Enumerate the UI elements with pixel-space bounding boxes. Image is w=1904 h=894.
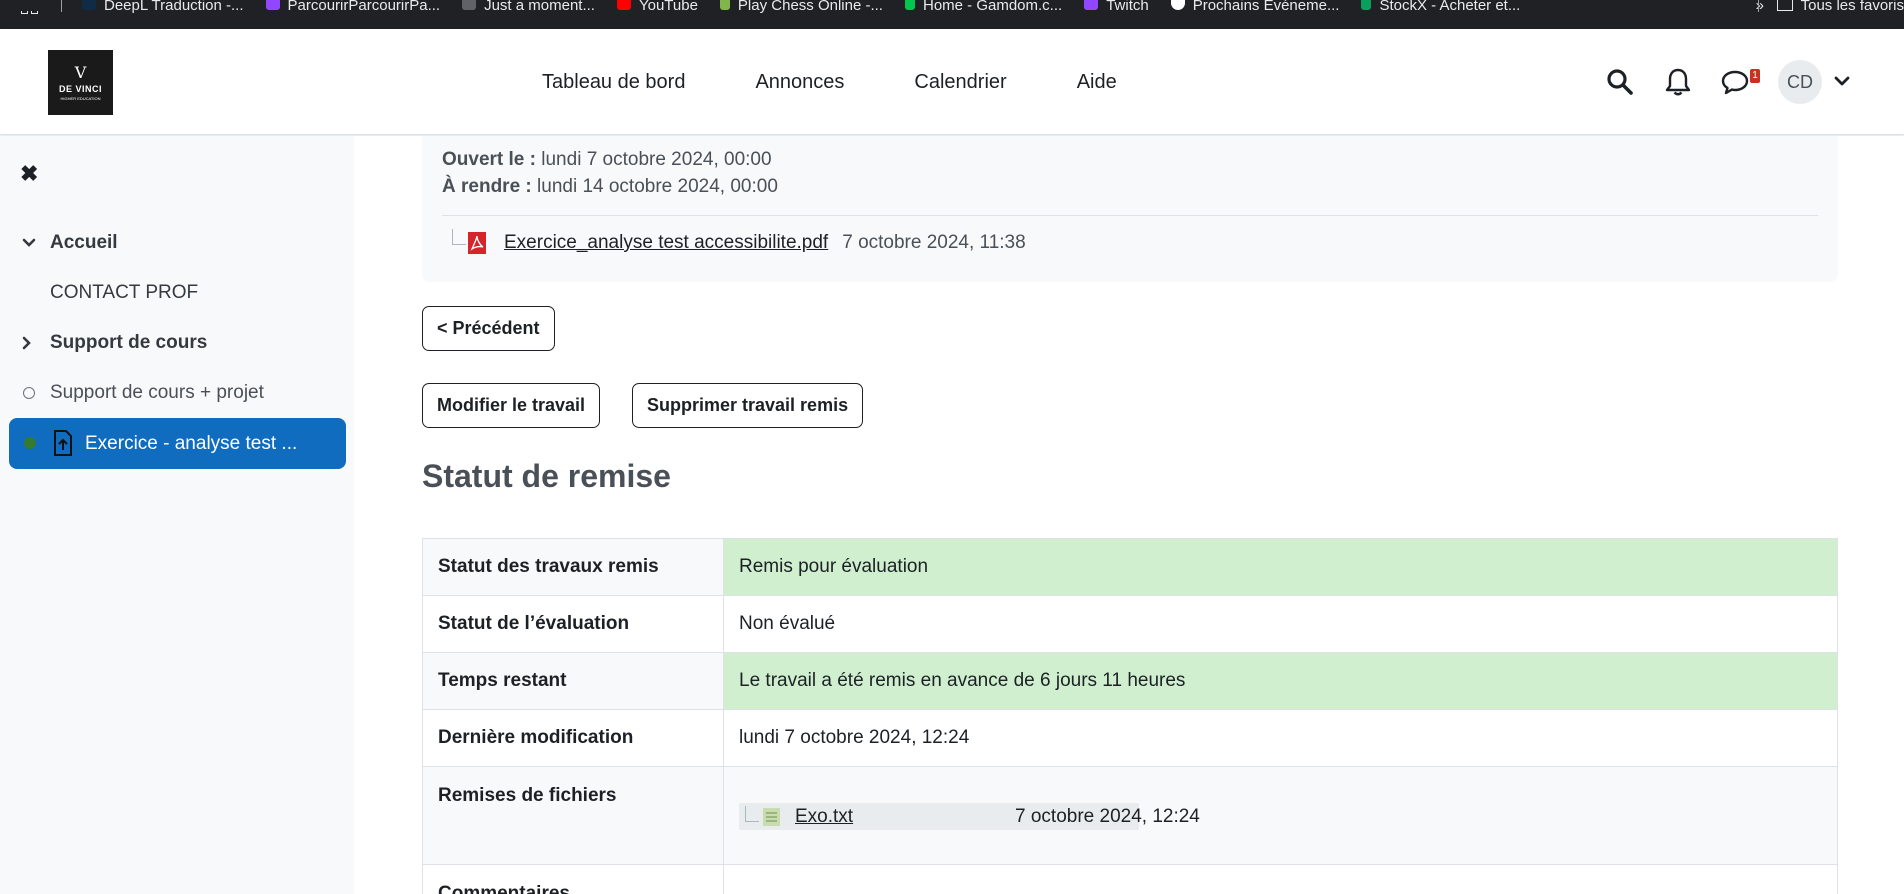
attachment-link[interactable]: Exercice_analyse test accessibilite.pdf [504, 232, 828, 254]
drawer-item-label: CONTACT PROF [50, 282, 199, 303]
user-avatar[interactable]: CD [1778, 60, 1822, 104]
messages-count-badge: 1 [1750, 69, 1760, 83]
previous-button[interactable]: < Précédent [422, 306, 555, 351]
row-value: Remis pour évaluation [723, 538, 1838, 596]
youtube-icon [616, 0, 631, 10]
chevron-down-icon[interactable] [1834, 75, 1850, 87]
close-drawer-icon[interactable]: ✖ [20, 161, 38, 187]
completion-circle-icon [23, 387, 35, 399]
bookmark-chess[interactable]: Play Chess Online -... [719, 0, 883, 14]
nav-calendrier[interactable]: Calendrier [879, 71, 1041, 94]
deepl-icon [82, 0, 96, 10]
bookmark-twitch-browse[interactable]: ParcourirParcourirPa... [265, 0, 440, 14]
nav-tableau-de-bord[interactable]: Tableau de bord [507, 71, 720, 94]
drawer-item-label: Support de cours + projet [50, 382, 264, 403]
submitted-file: Exo.txt 7 octobre 2024, 12:24 [739, 803, 1822, 830]
stockx-icon [1361, 0, 1372, 10]
page-icon [462, 0, 477, 10]
row-value: Le travail a été remis en avance de 6 jo… [723, 652, 1838, 710]
edit-submission-button[interactable]: Modifier le travail [422, 383, 601, 428]
tree-connector [745, 805, 759, 822]
row-label: Statut des travaux remis [422, 538, 724, 596]
drawer-item-support-de-cours-projet[interactable]: Support de cours + projet [0, 368, 354, 418]
bookmarks-separator [61, 0, 62, 12]
logo-subtitle: HIGHER EDUCATION [60, 95, 101, 101]
assignment-dates: Ouvert le : lundi 7 octobre 2024, 00:00 … [442, 146, 778, 200]
bookmark-twitch[interactable]: Twitch [1084, 0, 1149, 14]
bookmark-stockx[interactable]: StockX - Acheter et... [1361, 0, 1520, 14]
drawer-section-label: Accueil [50, 232, 118, 253]
primary-navigation: Tableau de bord Annonces Calendrier Aide [507, 29, 1152, 135]
row-label: Remises de fichiers [422, 766, 724, 865]
row-label: Dernière modification [422, 709, 724, 767]
messages-chat-icon[interactable] [1720, 69, 1750, 95]
text-file-icon [763, 807, 780, 826]
row-value: lundi 7 octobre 2024, 12:24 [723, 709, 1838, 767]
row-value: Exo.txt 7 octobre 2024, 12:24 [723, 766, 1838, 865]
opened-date: lundi 7 octobre 2024, 00:00 [541, 149, 772, 170]
site-header: V DE VINCI HIGHER EDUCATION Tableau de b… [0, 29, 1904, 135]
main-content: Ouvert le : lundi 7 octobre 2024, 00:00 … [354, 136, 1904, 894]
assignment-info-box: Ouvert le : lundi 7 octobre 2024, 00:00 … [422, 136, 1838, 282]
gamdom-icon [904, 0, 915, 10]
bookmark-just-a-moment[interactable]: Just a moment... [462, 0, 595, 14]
devinci-logo[interactable]: V DE VINCI HIGHER EDUCATION [48, 50, 113, 115]
bookmark-gamdom[interactable]: Home - Gamdom.c... [904, 0, 1062, 14]
drawer-item-contact-prof[interactable]: CONTACT PROF [0, 268, 354, 318]
drawer-item-label: Exercice - analyse test ... [85, 432, 298, 454]
due-label: À rendre : [442, 176, 532, 197]
due-date: lundi 14 octobre 2024, 00:00 [537, 176, 778, 197]
chess-pawn-icon [719, 0, 730, 10]
apps-grid-icon[interactable] [21, 0, 43, 14]
notifications-bell-icon[interactable] [1664, 67, 1692, 97]
folder-icon [1776, 0, 1793, 11]
tree-connector [452, 229, 466, 245]
drawer-item-exercice-active[interactable]: Exercice - analyse test ... [9, 418, 346, 469]
bookmarks-bar: DeepL Traduction -... ParcourirParcourir… [0, 0, 1904, 29]
bookmark-deepl[interactable]: DeepL Traduction -... [82, 0, 244, 14]
submitted-file-date: 7 octobre 2024, 12:24 [1015, 805, 1200, 827]
table-row: Commentaires [422, 864, 1838, 894]
delete-submission-button[interactable]: Supprimer travail remis [632, 383, 864, 428]
submission-status-table: Statut des travaux remis Remis pour éval… [422, 538, 1838, 894]
divider [442, 215, 1818, 216]
assignment-upload-icon [54, 430, 72, 456]
table-row: Temps restant Le travail a été remis en … [422, 652, 1838, 710]
logo-name: DE VINCI [58, 83, 102, 94]
nav-aide[interactable]: Aide [1042, 71, 1152, 94]
table-row: Statut de l’évaluation Non évalué [422, 595, 1838, 653]
twitch-icon [265, 0, 280, 10]
submission-status-heading: Statut de remise [422, 458, 671, 494]
submitted-file-link[interactable]: Exo.txt [795, 806, 853, 828]
pdf-file-icon [468, 232, 486, 254]
bookmarks-separator [1757, 0, 1759, 12]
row-label: Statut de l’évaluation [422, 595, 724, 653]
search-icon[interactable] [1606, 68, 1634, 96]
row-value [723, 864, 1838, 894]
all-bookmarks-folder[interactable]: Tous les favoris [1757, 0, 1904, 13]
row-label: Commentaires [422, 864, 724, 894]
logo-mark: V [74, 62, 87, 82]
row-label: Temps restant [422, 652, 724, 710]
table-row: Dernière modification lundi 7 octobre 20… [422, 709, 1838, 767]
bookmark-prochains-evenements[interactable]: Prochains Événeme... [1170, 0, 1339, 14]
drawer-section-support-de-cours[interactable]: Support de cours [0, 318, 354, 368]
row-value: Non évalué [723, 595, 1838, 653]
event-icon [1170, 0, 1185, 10]
chevron-right-icon[interactable] [22, 336, 32, 350]
course-index-drawer: ✖ Accueil CONTACT PROF Support de cours … [0, 136, 354, 894]
nav-annonces[interactable]: Annonces [720, 71, 879, 94]
opened-label: Ouvert le : [442, 149, 536, 170]
completion-done-icon [24, 437, 36, 449]
chevron-down-icon[interactable] [22, 238, 36, 248]
attachment-date: 7 octobre 2024, 11:38 [842, 232, 1026, 253]
drawer-section-label: Support de cours [50, 332, 208, 353]
drawer-section-accueil[interactable]: Accueil [0, 218, 354, 268]
bookmark-youtube[interactable]: YouTube [616, 0, 698, 14]
assignment-attachment: Exercice_analyse test accessibilite.pdf … [452, 229, 1026, 254]
table-row: Statut des travaux remis Remis pour éval… [422, 538, 1838, 596]
twitch-icon [1084, 0, 1099, 10]
table-row: Remises de fichiers Exo.txt 7 octobre 20… [422, 766, 1838, 865]
